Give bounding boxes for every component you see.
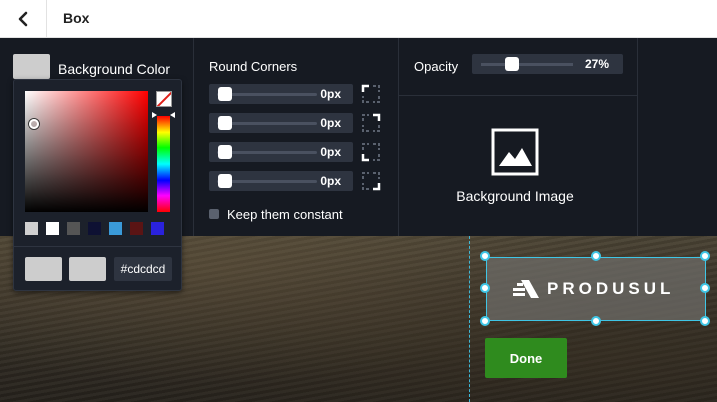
no-color-button[interactable] [156,91,172,107]
slider-knob[interactable] [218,87,232,101]
corner-radius-slider-bottom-right[interactable]: 0px [209,171,353,191]
background-color-swatch[interactable] [13,54,50,79]
picker-divider [14,246,181,247]
resize-handle-top[interactable] [591,251,601,261]
top-bar: Box [0,0,717,38]
slider-value: 0px [320,87,341,101]
back-button[interactable] [0,0,47,37]
corner-radius-slider-top-left[interactable]: 0px [209,84,353,104]
background-image-button[interactable]: Background Image [440,120,590,220]
panel-divider [193,38,194,236]
preset-color-swatch[interactable] [67,222,80,235]
resize-handle-bottom-right[interactable] [700,316,710,326]
preset-color-swatch[interactable] [88,222,101,235]
background-color-label: Background Color [58,61,171,77]
color-picker-popover [13,79,182,291]
selected-logo-element[interactable]: PRODUSUL [486,257,706,321]
resize-handle-bottom[interactable] [591,316,601,326]
resize-handle-bottom-left[interactable] [480,316,490,326]
preset-color-swatch[interactable] [46,222,59,235]
corner-bottom-left-icon[interactable] [361,142,381,162]
panel-divider [637,38,638,236]
corner-radius-slider-bottom-left[interactable]: 0px [209,142,353,162]
preset-color-swatch[interactable] [151,222,164,235]
hex-input[interactable] [114,257,172,281]
resize-handle-top-right[interactable] [700,251,710,261]
keep-constant-label: Keep them constant [227,207,343,222]
done-button[interactable]: Done [485,338,567,378]
preset-color-swatch[interactable] [130,222,143,235]
slider-knob[interactable] [504,57,519,71]
corner-top-left-icon[interactable] [361,84,381,104]
slider-value: 0px [320,174,341,188]
slider-value: 0px [320,145,341,159]
hue-slider[interactable] [157,116,170,212]
slider-track [217,93,317,96]
slider-knob[interactable] [218,116,232,130]
recent-color-swatch[interactable] [69,257,106,281]
color-handle[interactable] [29,119,39,129]
preset-color-swatch[interactable] [25,222,38,235]
background-image-label: Background Image [456,188,574,204]
corner-top-right-icon[interactable] [361,113,381,133]
corner-bottom-right-icon[interactable] [361,171,381,191]
slider-track [217,151,317,154]
resize-handle-top-left[interactable] [480,251,490,261]
opacity-value: 27% [584,57,609,71]
logo-mark-icon [513,280,539,298]
image-icon [491,128,539,176]
slider-knob[interactable] [218,174,232,188]
slider-knob[interactable] [218,145,232,159]
preset-color-swatch[interactable] [109,222,122,235]
resize-handle-left[interactable] [480,283,490,293]
opacity-slider[interactable]: 27% [472,54,623,74]
chevron-left-icon [18,11,28,26]
preset-swatches [25,222,164,235]
alignment-guide [469,236,470,402]
saturation-value-area[interactable] [25,91,148,212]
resize-handle-right[interactable] [700,283,710,293]
slider-track [217,180,317,183]
logo-text: PRODUSUL [547,279,675,298]
page-title: Box [63,10,90,26]
slider-track [217,122,317,125]
section-divider [399,95,637,96]
panel-divider [398,38,399,236]
slider-track [481,63,573,66]
keep-constant-checkbox[interactable] [209,209,219,219]
round-corners-title: Round Corners [209,59,298,74]
recent-color-swatch[interactable] [25,257,62,281]
corner-radius-slider-top-right[interactable]: 0px [209,113,353,133]
slider-value: 0px [320,116,341,130]
hue-handle[interactable] [152,112,175,118]
opacity-label: Opacity [414,59,459,74]
